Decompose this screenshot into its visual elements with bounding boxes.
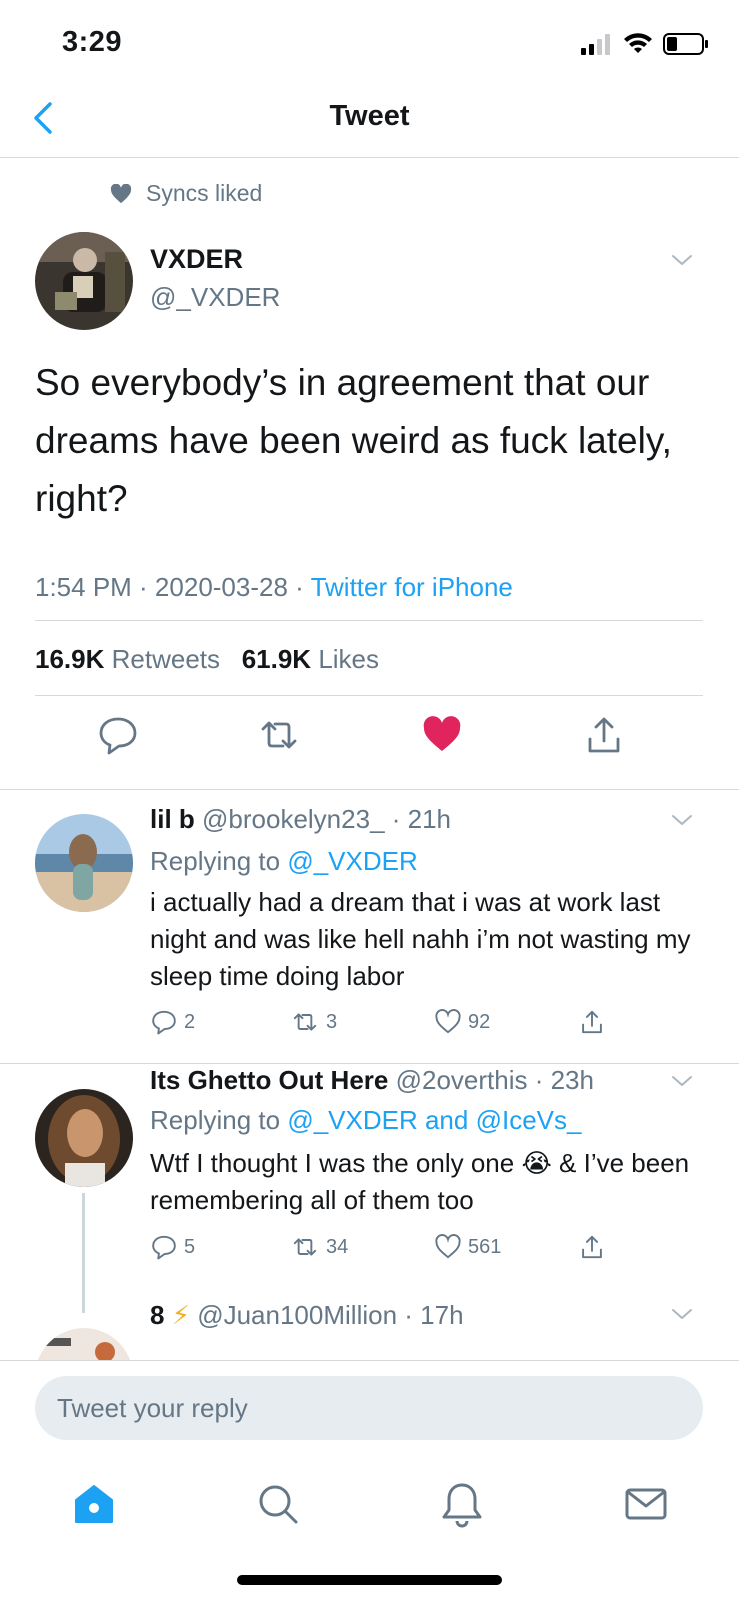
- retweet-count: 3: [326, 1010, 338, 1033]
- chevron-down-icon[interactable]: [670, 1069, 694, 1093]
- reply-icon: [152, 1235, 176, 1260]
- bell-icon[interactable]: [438, 1480, 486, 1528]
- retweets-label: Retweets: [111, 644, 221, 674]
- share-icon: [582, 1235, 602, 1259]
- social-context: Syncs liked: [110, 180, 262, 207]
- retweet-button[interactable]: 3: [290, 1008, 337, 1036]
- reply-header: Its Ghetto Out Here @2overthis · 23h: [150, 1065, 594, 1096]
- home-indicator: [237, 1575, 502, 1585]
- like-button[interactable]: 561: [434, 1233, 501, 1261]
- wifi-icon: [624, 33, 652, 53]
- share-button[interactable]: [578, 1008, 606, 1036]
- divider: [35, 695, 703, 696]
- tweet-meta: 1:54 PM · 2020-03-28 · Twitter for iPhon…: [35, 572, 513, 603]
- reply-composer: Tweet your reply: [0, 1360, 739, 1460]
- like-count: 561: [468, 1235, 502, 1258]
- page-title: Tweet: [329, 100, 410, 132]
- author-name[interactable]: VXDER: [150, 244, 243, 275]
- share-icon: [582, 1010, 602, 1034]
- main-tweet[interactable]: Syncs liked VXDER @_VXDER So everybody’s…: [0, 158, 739, 790]
- thread-line: [82, 1193, 85, 1313]
- reply-author-name[interactable]: Its Ghetto Out Here: [150, 1065, 388, 1095]
- social-context-label: Syncs liked: [146, 180, 263, 206]
- reply-count: 5: [184, 1235, 196, 1258]
- tweet-actions: [0, 713, 739, 773]
- crying-emoji: 😭: [521, 1148, 552, 1178]
- reply-tweet[interactable]: lil b @brookelyn23_ · 21h Replying to @_…: [0, 790, 739, 1064]
- tweet-text: So everybody’s in agreement that our dre…: [35, 362, 672, 519]
- status-bar: 3:29: [0, 0, 739, 90]
- heart-icon: [435, 1009, 461, 1034]
- tweet-source-link[interactable]: Twitter for iPhone: [311, 572, 513, 602]
- like-button[interactable]: 92: [434, 1008, 490, 1036]
- avatar[interactable]: [35, 814, 133, 912]
- status-time: 3:29: [62, 26, 123, 58]
- reply-icon: [152, 1010, 176, 1035]
- share-icon[interactable]: [582, 713, 626, 757]
- retweets-stat[interactable]: 16.9K Retweets: [35, 644, 220, 674]
- replying-to: Replying to @_VXDER and @IceVs_: [150, 1105, 581, 1136]
- retweet-icon[interactable]: [257, 713, 301, 757]
- reply-text: Wtf I thought I was the only one 😭 & I’v…: [150, 1145, 710, 1219]
- avatar[interactable]: [35, 1328, 133, 1360]
- reply-icon[interactable]: [96, 713, 140, 757]
- reply-author-name[interactable]: 8: [150, 1300, 164, 1330]
- retweet-count: 34: [326, 1235, 349, 1258]
- nav-bar: Tweet: [0, 90, 739, 158]
- reply-actions: 2 3 92: [150, 1008, 630, 1038]
- divider: [35, 620, 703, 621]
- author-handle[interactable]: @_VXDER: [150, 282, 280, 313]
- reply-header: 8 ⚡ @Juan100Million · 17h: [150, 1300, 464, 1331]
- avatar[interactable]: [35, 232, 133, 330]
- reply-text-part: Wtf I thought I was the only one: [150, 1148, 522, 1178]
- retweets-count: 16.9K: [35, 644, 105, 674]
- retweet-icon: [293, 1238, 317, 1256]
- reply-handle-time: @2overthis · 23h: [395, 1065, 594, 1095]
- like-count: 92: [468, 1010, 491, 1033]
- reply-header: lil b @brookelyn23_ · 21h: [150, 804, 451, 835]
- reply-author-name[interactable]: lil b: [150, 804, 195, 834]
- battery-icon: [663, 33, 708, 55]
- reply-text: i actually had a dream that i was at wor…: [150, 887, 691, 991]
- replying-to: Replying to @_VXDER: [150, 846, 418, 877]
- tweet-stats: 16.9K Retweets 61.9K Likes: [35, 644, 379, 675]
- mail-icon[interactable]: [622, 1480, 670, 1528]
- reply-tweet[interactable]: 8 ⚡ @Juan100Million · 17h: [0, 1300, 739, 1360]
- likes-label: Likes: [318, 644, 380, 674]
- home-icon[interactable]: [70, 1480, 118, 1528]
- chevron-down-icon[interactable]: [670, 248, 694, 272]
- share-button[interactable]: [578, 1233, 606, 1261]
- reply-button[interactable]: 2: [150, 1008, 195, 1036]
- chevron-down-icon[interactable]: [670, 1302, 694, 1326]
- replying-prefix: Replying to: [150, 846, 288, 876]
- heart-icon: [435, 1234, 461, 1259]
- tweet-timestamp: 1:54 PM · 2020-03-28 ·: [35, 572, 311, 602]
- avatar[interactable]: [35, 1089, 133, 1187]
- reply-handle-time: @Juan100Million · 17h: [197, 1300, 464, 1330]
- search-icon[interactable]: [254, 1480, 302, 1528]
- retweet-button[interactable]: 34: [290, 1233, 348, 1261]
- heart-filled-icon[interactable]: [420, 713, 464, 757]
- reply-input[interactable]: Tweet your reply: [35, 1376, 703, 1440]
- replying-to-link[interactable]: @_VXDER: [287, 846, 417, 876]
- lightning-emoji: ⚡: [171, 1300, 190, 1330]
- reply-handle-time: @brookelyn23_ · 21h: [202, 804, 452, 834]
- chevron-down-icon[interactable]: [670, 808, 694, 832]
- reply-button[interactable]: 5: [150, 1233, 195, 1261]
- signal-icon: [581, 34, 610, 55]
- status-icons: [581, 32, 709, 56]
- likes-stat[interactable]: 61.9K Likes: [242, 644, 379, 674]
- replying-to-link[interactable]: @_VXDER and @IceVs_: [287, 1105, 581, 1135]
- reply-count: 2: [184, 1010, 196, 1033]
- retweet-icon: [293, 1013, 317, 1031]
- reply-actions: 5 34 561: [150, 1233, 630, 1263]
- replying-prefix: Replying to: [150, 1105, 288, 1135]
- reply-tweet[interactable]: Its Ghetto Out Here @2overthis · 23h Rep…: [0, 1065, 739, 1315]
- likes-count: 61.9K: [241, 644, 312, 674]
- heart-icon: [110, 183, 132, 203]
